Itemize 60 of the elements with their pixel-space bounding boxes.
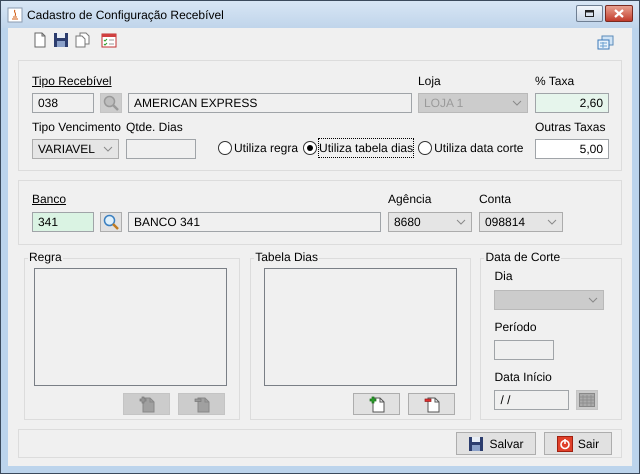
list-box[interactable] [264,268,458,386]
power-icon [556,436,573,452]
input-field[interactable]: 5,00 [535,139,609,159]
field-label: % Taxa [535,74,576,89]
calendar-icon [101,32,117,48]
close-button[interactable] [605,4,633,22]
new-document-icon [32,32,48,48]
restore-icon [585,10,594,16]
field-label: Período [494,320,538,335]
dropdown[interactable]: 098814 [479,212,563,232]
field-label: Agência [388,192,432,207]
app-icon [7,6,23,22]
exit-button[interactable]: Sair [544,432,612,455]
list-box[interactable] [34,268,227,386]
save-icon [53,32,69,48]
chevron-down-icon [103,146,113,152]
chevron-down-icon [456,219,466,225]
search-button[interactable] [100,212,122,232]
field-label: Tipo Recebível [32,74,113,89]
input-field[interactable]: BANCO 341 [128,212,381,232]
radio-option[interactable]: Utiliza data corte [418,139,524,157]
input-field[interactable]: 038 [32,93,94,113]
field-label: Outras Taxas [535,120,606,135]
add-button[interactable] [353,393,400,415]
field-label: Banco [32,192,68,207]
chevron-down-icon [588,297,598,303]
close-icon [614,8,624,18]
search-icon [103,214,119,230]
add-document-icon [368,396,385,412]
field-label: Data Início [494,370,553,385]
windows-icon [597,34,614,50]
add-document-icon [138,396,154,412]
chevron-down-icon [512,100,522,106]
calendar-grid-icon [579,393,596,407]
input-field[interactable]: 2,60 [535,93,609,113]
window-title: Cadastro de Configuração Recebível [27,6,224,24]
remove-button[interactable] [408,393,456,415]
dropdown[interactable]: VARIAVEL [32,139,119,159]
input-field[interactable]: AMERICAN EXPRESS [128,93,412,113]
radio-option[interactable]: Utiliza regra [218,139,298,157]
chevron-down-icon [547,219,557,225]
dropdown[interactable]: 8680 [388,212,472,232]
field-label: Qtde. Dias [126,120,184,135]
input-field[interactable] [126,139,196,159]
field-label: Conta [479,192,512,207]
input-field[interactable]: 341 [32,212,94,232]
radio-option[interactable]: Utiliza tabela dias [303,139,414,157]
group-title: Regra [28,250,63,265]
search-icon [103,95,119,111]
remove-document-icon [194,396,210,412]
input-field[interactable] [494,340,554,360]
copy-icon [74,32,92,48]
input-field[interactable]: / / [494,390,570,410]
field-label: Tipo Vencimento [32,120,122,135]
remove-document-icon [424,396,440,412]
save-icon [468,436,484,452]
save-button[interactable]: Salvar [456,432,536,455]
field-label: Loja [418,74,442,89]
field-label: Dia [494,269,514,284]
restore-button[interactable] [576,4,603,22]
